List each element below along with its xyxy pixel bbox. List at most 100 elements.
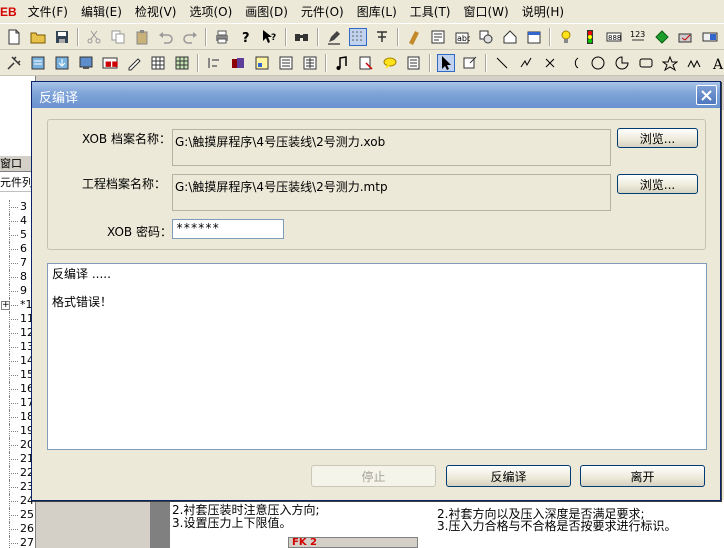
svg-text:?: ? — [271, 33, 276, 43]
dialog-titlebar[interactable]: 反编译 — [32, 82, 720, 108]
menu-view[interactable]: 检视(V) — [130, 3, 182, 20]
text-tool-icon[interactable] — [373, 28, 391, 46]
text-a-icon[interactable]: A — [709, 54, 724, 72]
simulate-icon[interactable] — [77, 54, 95, 72]
tree-row[interactable]: 27 — [0, 536, 35, 548]
leaf-icon[interactable] — [653, 28, 671, 46]
menu-edit[interactable]: 编辑(E) — [76, 3, 127, 20]
music-icon[interactable] — [333, 54, 351, 72]
polyline-icon[interactable] — [517, 54, 535, 72]
chat-icon[interactable] — [381, 54, 399, 72]
save-icon[interactable] — [53, 28, 71, 46]
camera-icon[interactable] — [677, 28, 695, 46]
table-icon[interactable] — [149, 54, 167, 72]
browse-project-button[interactable]: 浏览... — [617, 174, 698, 194]
star-icon[interactable] — [661, 54, 679, 72]
font-tool-icon[interactable]: abc — [453, 28, 471, 46]
export-icon[interactable] — [357, 54, 375, 72]
close-button[interactable] — [696, 85, 717, 105]
calendar-icon[interactable] — [525, 28, 543, 46]
menu-options[interactable]: 选项(O) — [184, 3, 237, 20]
menu-help[interactable]: 说明(H) — [517, 3, 569, 20]
open-folder-icon[interactable] — [29, 28, 47, 46]
circle-icon[interactable] — [589, 54, 607, 72]
svg-text:■■: ■■ — [105, 60, 118, 68]
toolbar-separator — [549, 27, 551, 46]
menu-bar: EB 文件(F) 编辑(E) 检视(V) 选项(O) 画图(D) 元件(O) 图… — [0, 0, 724, 24]
main-toolbar: ? ? abc 888 123 — [0, 24, 724, 50]
tree-row-label: 27 — [20, 536, 34, 548]
decompile-button[interactable]: 反编译 — [446, 465, 571, 487]
compile-icon[interactable] — [405, 28, 423, 46]
counter-icon[interactable]: 888 — [605, 28, 623, 46]
expand-icon[interactable]: + — [1, 301, 10, 310]
menu-component[interactable]: 元件(O) — [296, 3, 349, 20]
print-icon[interactable] — [213, 28, 231, 46]
edit-pen-icon[interactable] — [125, 54, 143, 72]
log-line: 反编译 ..... — [52, 267, 111, 281]
pie-icon[interactable] — [613, 54, 631, 72]
svg-text:123: 123 — [630, 30, 645, 39]
arc-icon[interactable] — [565, 54, 583, 72]
menu-window[interactable]: 窗口(W) — [458, 3, 513, 20]
numeric-icon[interactable]: 123 — [629, 28, 647, 46]
find-icon[interactable] — [293, 28, 311, 46]
menu-library[interactable]: 图库(L) — [352, 3, 402, 20]
picture-icon[interactable]: ■■ — [101, 54, 119, 72]
toggle-icon[interactable] — [701, 28, 719, 46]
list-detail-icon[interactable] — [301, 54, 319, 72]
toolbar-separator — [77, 27, 79, 46]
close-icon — [701, 89, 712, 101]
list-icon[interactable] — [277, 54, 295, 72]
line-icon[interactable] — [493, 54, 511, 72]
menu-draw[interactable]: 画图(D) — [240, 3, 293, 20]
property-icon[interactable] — [461, 54, 479, 72]
stop-button[interactable]: 停止 — [311, 465, 436, 487]
copy-icon[interactable] — [109, 28, 127, 46]
download-icon[interactable] — [53, 54, 71, 72]
context-help-icon[interactable]: ? — [261, 28, 279, 46]
bitmap-icon[interactable] — [429, 28, 447, 46]
grid-icon[interactable] — [349, 27, 367, 46]
compile-tool-icon[interactable] — [29, 54, 47, 72]
redo-icon[interactable] — [181, 28, 199, 46]
grid-table-icon[interactable] — [173, 54, 191, 72]
browse-xob-button[interactable]: 浏览... — [617, 128, 698, 148]
note-right-line-2: 3.压入力合格与不合格是否按要求进行标识。 — [437, 519, 677, 533]
settings-tool-icon[interactable] — [5, 54, 23, 72]
rectangle-icon[interactable] — [637, 54, 655, 72]
tree-row[interactable]: 26 — [0, 522, 35, 536]
help-icon[interactable]: ? — [237, 28, 255, 46]
toolbar-separator — [197, 53, 199, 72]
toolbar-separator — [429, 53, 431, 72]
layers-icon[interactable] — [229, 54, 247, 72]
shapes-icon[interactable] — [477, 28, 495, 46]
decompile-log[interactable]: 反编译 ..... 格式错误！ — [47, 263, 707, 450]
xob-password-input[interactable]: ****** — [172, 219, 284, 239]
toolbar-separator — [397, 27, 399, 46]
cut-icon[interactable] — [85, 28, 103, 46]
project-file-label: 工程档案名称： — [82, 177, 167, 191]
undo-icon[interactable] — [157, 28, 175, 46]
tree-row-label: 3 — [20, 200, 27, 213]
zigzag-icon[interactable] — [685, 54, 703, 72]
home-icon[interactable] — [501, 28, 519, 46]
doc-icon[interactable] — [405, 54, 423, 72]
exit-button[interactable]: 离开 — [580, 465, 705, 487]
menu-file[interactable]: 文件(F) — [23, 3, 73, 20]
cross-icon[interactable] — [541, 54, 559, 72]
dialog-title: 反编译 — [39, 91, 79, 106]
pen-icon[interactable] — [325, 28, 343, 46]
paste-icon[interactable] — [133, 28, 151, 46]
pointer-icon[interactable] — [437, 53, 455, 72]
align-icon[interactable] — [205, 54, 223, 72]
new-file-icon[interactable] — [5, 28, 23, 46]
svg-text:abc: abc — [457, 34, 470, 43]
signal-lamp-icon[interactable] — [581, 28, 599, 46]
menu-tools[interactable]: 工具(T) — [405, 3, 456, 20]
light-bulb-icon[interactable] — [557, 28, 575, 46]
library-icon[interactable] — [253, 54, 271, 72]
tree-row[interactable]: 25 — [0, 508, 35, 522]
tree-row-label: 6 — [20, 242, 27, 255]
